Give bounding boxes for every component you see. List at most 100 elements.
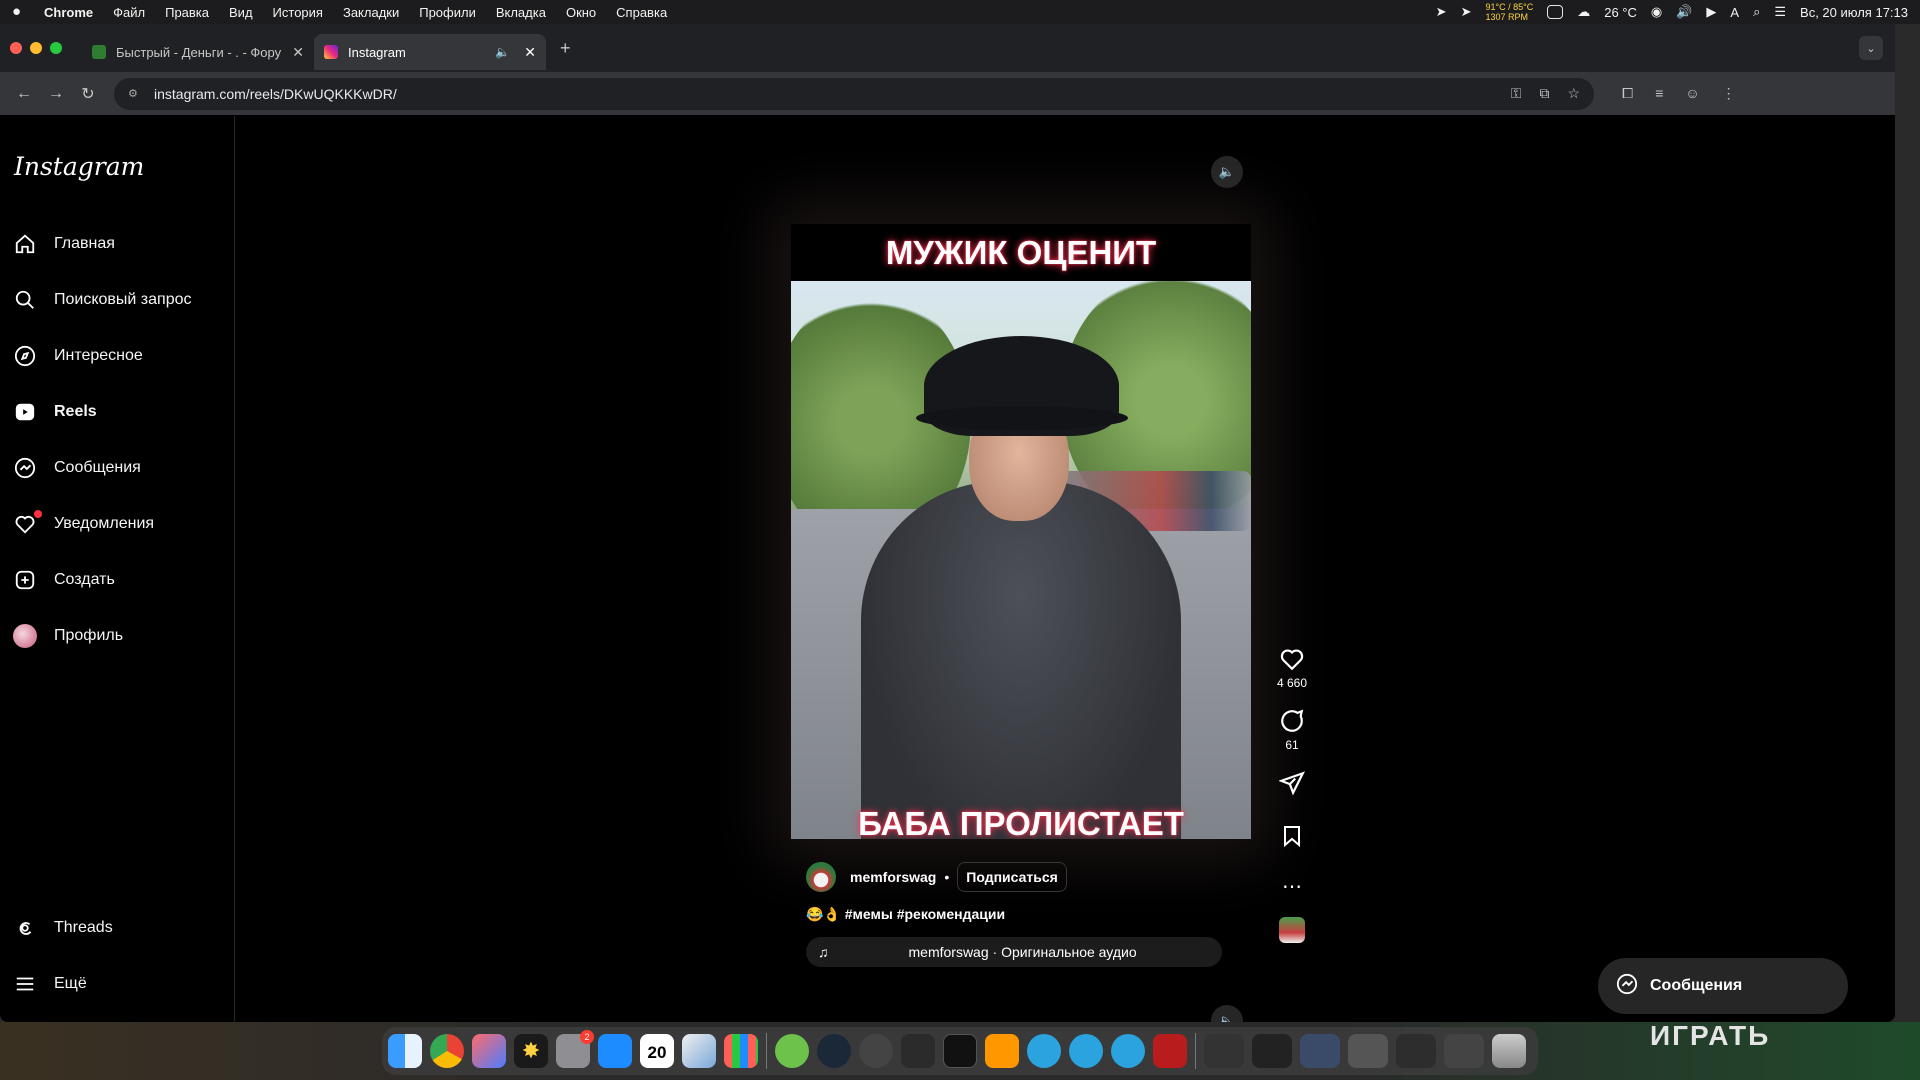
audio-label: memforswag · Оригинальное аудио <box>908 944 1137 960</box>
close-tab-icon[interactable]: ✕ <box>524 44 536 61</box>
system-settings-icon[interactable]: 2 <box>556 1030 594 1068</box>
instagram-logo[interactable]: Instagram <box>14 152 144 181</box>
calendar-icon[interactable]: 20 <box>640 1034 674 1068</box>
telegram-icon[interactable] <box>1027 1034 1061 1068</box>
extensions-icon[interactable]: ⧠ <box>1622 85 1633 102</box>
clock[interactable]: Вс, 20 июля 17:13 <box>1800 5 1908 20</box>
sidebar-item-messages[interactable]: Сообщения <box>12 446 141 490</box>
menu-window[interactable]: Окно <box>566 5 596 20</box>
author-name[interactable]: memforswag <box>850 869 936 885</box>
play-icon[interactable]: ▶ <box>1706 4 1716 20</box>
reel-description[interactable]: 😂👌 #мемы #рекомендации <box>806 906 1226 923</box>
forward-button[interactable]: → <box>40 85 72 103</box>
sidebar-item-reels[interactable]: Reels <box>12 390 97 434</box>
volume-icon[interactable]: 🔊 <box>1676 4 1692 20</box>
apple-icon[interactable]: ● <box>12 4 26 20</box>
launchpad-icon[interactable] <box>724 1034 758 1068</box>
url-text[interactable]: instagram.com/reels/DKwUQKKKwDR/ <box>154 86 397 102</box>
control-center-icon[interactable]: ☰ <box>1774 4 1786 20</box>
reload-button[interactable]: ↻ <box>72 84 104 104</box>
sidebar-item-profile[interactable]: Профиль <box>12 614 123 658</box>
tab-search-button[interactable]: ⌄ <box>1859 36 1883 60</box>
reel-video[interactable]: БАБА ПРОЛИСТАЕТ <box>791 281 1251 839</box>
menu-file[interactable]: Файл <box>113 5 145 20</box>
sidebar-item-explore[interactable]: Интересное <box>12 334 143 378</box>
telegram-status-icon[interactable]: ➤ <box>1436 4 1447 20</box>
sidebar-item-create[interactable]: Создать <box>12 558 115 602</box>
notes-icon[interactable] <box>682 1034 716 1068</box>
menu-tab[interactable]: Вкладка <box>496 5 546 20</box>
sparkle-app-icon[interactable]: ✸ <box>514 1034 548 1068</box>
sound-toggle-button-next[interactable]: 🔈 <box>1211 1005 1243 1022</box>
sound-toggle-button[interactable]: 🔈 <box>1211 156 1243 188</box>
telegram-icon-2[interactable] <box>1069 1034 1103 1068</box>
sidebar-item-notifications[interactable]: Уведомления <box>12 502 154 546</box>
reel-video-container[interactable]: МУЖИК ОЦЕНИТ БАБА ПРОЛИСТАЕТ <box>791 224 1251 839</box>
new-tab-button[interactable]: + <box>560 38 571 59</box>
minimize-window-button[interactable] <box>30 42 42 54</box>
menu-profiles[interactable]: Профили <box>419 5 476 20</box>
sidebar-item-more[interactable]: Ещё <box>12 962 87 1006</box>
comment-action[interactable]: 61 <box>1272 708 1312 752</box>
sidebar-item-search[interactable]: Поисковый запрос <box>12 278 192 322</box>
minimized-window[interactable] <box>1396 1034 1436 1068</box>
menu-bookmarks[interactable]: Закладки <box>343 5 399 20</box>
menu-edit[interactable]: Правка <box>165 5 209 20</box>
zoom-window-button[interactable] <box>50 42 62 54</box>
author-avatar[interactable] <box>806 862 836 892</box>
tab-instagram[interactable]: Instagram 🔈 ✕ <box>314 34 546 70</box>
menu-help[interactable]: Справка <box>616 5 667 20</box>
dota-icon[interactable] <box>1153 1034 1187 1068</box>
input-source-icon[interactable]: A <box>1730 5 1739 20</box>
terminal-icon[interactable] <box>943 1034 977 1068</box>
minimized-window[interactable] <box>1204 1034 1244 1068</box>
address-bar[interactable]: ⚙ instagram.com/reels/DKwUQKKKwDR/ ⚿ ⧉ ☆ <box>114 77 1594 110</box>
finder-icon[interactable] <box>388 1034 422 1068</box>
steam-icon[interactable] <box>817 1034 851 1068</box>
weather-text[interactable]: 26 °C <box>1604 5 1637 20</box>
media-controls-icon[interactable]: ≡ <box>1655 85 1663 102</box>
back-button[interactable]: ← <box>8 85 40 103</box>
minimized-window[interactable] <box>1348 1034 1388 1068</box>
sublime-icon[interactable] <box>985 1034 1019 1068</box>
menu-history[interactable]: История <box>273 5 323 20</box>
close-window-button[interactable] <box>10 42 22 54</box>
more-options-action[interactable]: ⋯ <box>1272 874 1312 899</box>
minimized-window[interactable] <box>1252 1034 1292 1068</box>
close-tab-icon[interactable]: ✕ <box>292 44 304 61</box>
like-action[interactable]: 4 660 <box>1272 646 1312 690</box>
install-app-icon[interactable]: ⧉ <box>1539 85 1549 102</box>
app-icon-2[interactable] <box>859 1034 893 1068</box>
menu-app-chrome[interactable]: Chrome <box>44 5 93 20</box>
bookmark-star-icon[interactable]: ☆ <box>1567 85 1580 102</box>
password-key-icon[interactable]: ⚿ <box>1511 85 1522 102</box>
sidebar-item-home[interactable]: Главная <box>12 222 115 266</box>
spotlight-icon[interactable]: ⌕ <box>1753 4 1760 20</box>
minimized-window[interactable] <box>1444 1034 1484 1068</box>
chrome-icon[interactable] <box>430 1034 464 1068</box>
follow-button[interactable]: Подписаться <box>957 862 1067 892</box>
site-info-icon[interactable]: ⚙ <box>128 87 142 101</box>
tab-audio-icon[interactable]: 🔈 <box>495 45 510 59</box>
app-store-icon[interactable] <box>598 1034 632 1068</box>
messages-button[interactable]: Сообщения <box>1598 958 1848 1014</box>
minimized-window[interactable] <box>1300 1034 1340 1068</box>
telegram-icon-3[interactable] <box>1111 1034 1145 1068</box>
share-action[interactable] <box>1272 770 1312 796</box>
tab-forum[interactable]: Быстрый - Деньги - . - Фору ✕ <box>82 34 314 70</box>
utorrent-icon[interactable] <box>775 1034 809 1068</box>
audio-source-thumbnail[interactable] <box>1272 917 1312 943</box>
telegram-status-icon-2[interactable]: ➤ <box>1461 4 1472 20</box>
trash-icon[interactable] <box>1492 1034 1526 1068</box>
menu-view[interactable]: Вид <box>229 5 253 20</box>
app-icon[interactable] <box>472 1034 506 1068</box>
sidebar-item-threads[interactable]: Threads <box>12 906 113 950</box>
status-app-icon[interactable] <box>1547 5 1564 19</box>
save-action[interactable] <box>1272 824 1312 848</box>
wifi-icon[interactable]: ◉ <box>1651 4 1662 20</box>
temperature-readout[interactable]: 91°C / 85°C 1307 RPM <box>1485 2 1533 22</box>
pen-app-icon[interactable] <box>901 1034 935 1068</box>
audio-pill[interactable]: ♫ memforswag · Оригинальное аудио <box>806 937 1222 967</box>
chrome-menu-icon[interactable]: ⋮ <box>1722 85 1736 102</box>
profile-icon[interactable]: ☺ <box>1685 85 1699 102</box>
